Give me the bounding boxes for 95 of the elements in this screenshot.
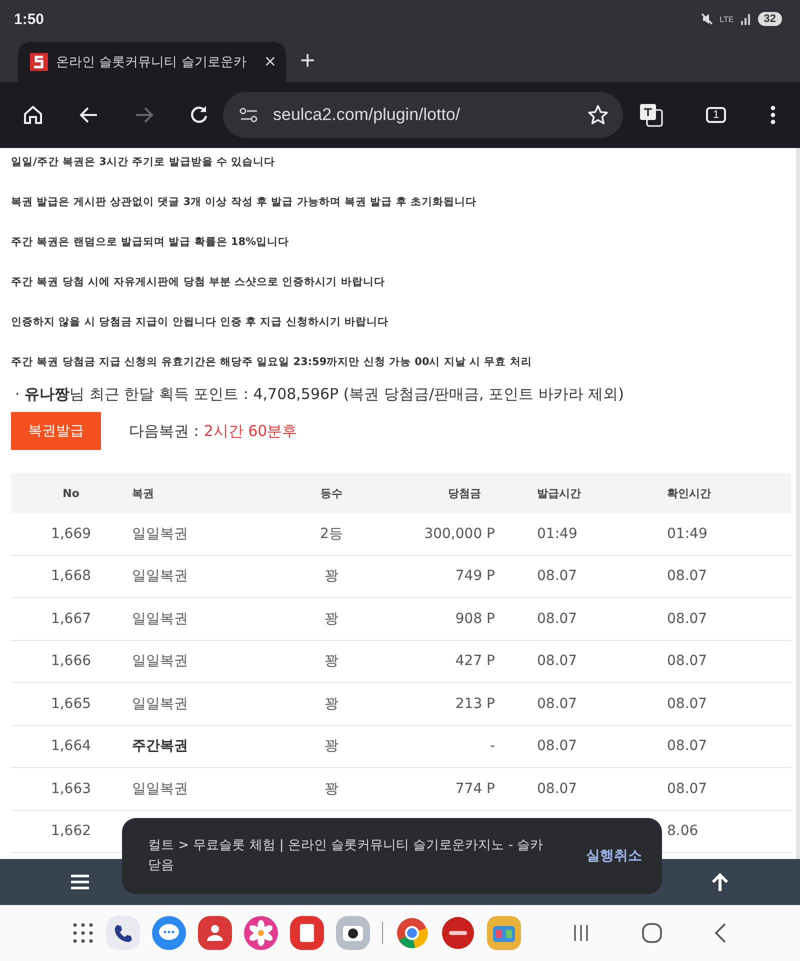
table-cell-text: 08.07 bbox=[536, 568, 578, 584]
table-cell-text: 08.07 bbox=[536, 696, 578, 712]
column-header: 발급시간 bbox=[536, 486, 581, 500]
table-cell-text: 08.07 bbox=[536, 653, 578, 670]
table-cell-text: 300,000 P bbox=[424, 526, 496, 542]
notice-text: 일일/주간 복권은 3시간 주기로 발급받을 수 있습니다 bbox=[11, 155, 276, 170]
table-cell-text: 427 P bbox=[455, 653, 496, 670]
translate-icon[interactable] bbox=[638, 102, 664, 128]
table-cell: 꽝 bbox=[324, 694, 338, 713]
table-cell: 1,664 bbox=[50, 738, 92, 754]
table-cell: 1,669 bbox=[50, 526, 92, 542]
table-cell-text: 08.07 bbox=[666, 610, 708, 627]
table-cell-text: 774 P bbox=[455, 780, 496, 797]
notice-text: 복권 발급은 게시판 상관없이 댓글 3개 이상 작성 후 발급 가능하며 복권 발급 후 초기화됩니다 bbox=[11, 195, 478, 210]
undo-button[interactable]: 실행취소 bbox=[580, 846, 648, 866]
menu-icon[interactable] bbox=[70, 874, 90, 890]
column-header: No bbox=[62, 486, 80, 500]
reload-icon[interactable] bbox=[188, 104, 210, 126]
network-type: LTE bbox=[720, 14, 734, 24]
contact-icon[interactable] bbox=[198, 916, 232, 950]
game-app-icon[interactable] bbox=[487, 916, 521, 950]
table-cell: 꽝 bbox=[324, 652, 338, 670]
site-favicon bbox=[30, 53, 48, 71]
address-bar[interactable]: seulca2.com/plugin/lotto/ bbox=[223, 92, 623, 138]
status-time: 1:50 bbox=[14, 10, 44, 28]
table-cell-text: 08.07 bbox=[666, 780, 708, 797]
bookmark-star-icon[interactable] bbox=[587, 104, 609, 126]
close-tab-button[interactable]: × bbox=[264, 50, 276, 74]
apps-grid-icon[interactable] bbox=[72, 922, 94, 944]
table-cell: 주간복권 bbox=[131, 737, 188, 756]
recent-apps-icon[interactable] bbox=[571, 923, 591, 943]
table-cell: 1,667 bbox=[50, 610, 92, 627]
column-header: 등수 bbox=[320, 486, 342, 500]
column-header: 확인시간 bbox=[666, 486, 711, 500]
table-cell-text: 213 P bbox=[455, 696, 496, 712]
table-cell-text: - bbox=[490, 738, 496, 754]
notice-text: 주간 복권 당첨금 지급 신청의 유효기간은 해당주 일요일 23:59까지만 신청 가능 00시 지날 시 무효 처리 bbox=[11, 355, 533, 370]
tab-title: 온라인 슬롯커뮤니티 슬기로운카 bbox=[56, 54, 248, 71]
home-icon[interactable] bbox=[22, 104, 44, 126]
table-cell: 꽝 bbox=[324, 737, 338, 756]
home-button-icon[interactable] bbox=[641, 922, 663, 944]
notice-text: 인증하지 않을 시 당첨금 지급이 안됩니다 인증 후 지급 신청하시기 바랍니다 bbox=[11, 315, 390, 330]
shopping-app-icon[interactable] bbox=[441, 916, 475, 950]
mute-icon bbox=[700, 12, 714, 26]
table-cell: 1,662 bbox=[50, 823, 92, 840]
table-cell-text: 908 P bbox=[455, 610, 496, 627]
scroll-top-icon[interactable] bbox=[710, 872, 730, 892]
column-header: 당첨금 bbox=[448, 486, 482, 500]
table-cell-text: 08.07 bbox=[536, 780, 578, 797]
table-cell-text: 08.07 bbox=[666, 653, 708, 670]
column-header: 복권 bbox=[131, 486, 154, 500]
url-text: seulca2.com/plugin/lotto/ bbox=[273, 105, 462, 125]
table-cell: 1,665 bbox=[50, 696, 92, 712]
notice-text: 주간 복권은 랜덤으로 발급되며 발급 확률은 18%입니다 bbox=[11, 235, 290, 250]
table-cell-text: 8.06 bbox=[666, 823, 698, 840]
browser-icon[interactable] bbox=[395, 916, 429, 950]
browser-tab[interactable]: 온라인 슬롯커뮤니티 슬기로운카 × bbox=[18, 42, 286, 82]
table-cell: 꽝 bbox=[324, 780, 338, 798]
points-summary: · 유나짱님 최근 한달 획득 포인트 : 4,708,596P (복권 당첨금/판매금, 포인트 바카라 제외) bbox=[15, 385, 625, 404]
camera-icon[interactable] bbox=[336, 916, 370, 950]
table-cell-text: 08.07 bbox=[666, 568, 708, 584]
table-cell: 일일복권 bbox=[131, 652, 188, 670]
chat-icon[interactable] bbox=[152, 916, 186, 950]
table-cell: 1,668 bbox=[50, 568, 92, 584]
signal-icon bbox=[740, 13, 752, 25]
table-cell-text: 08.07 bbox=[536, 610, 578, 627]
battery-level: 32 bbox=[758, 12, 782, 26]
table-cell-text: 08.07 bbox=[666, 696, 708, 712]
flower-icon[interactable] bbox=[244, 916, 278, 950]
table-cell-text: 08.07 bbox=[666, 738, 708, 754]
table-cell-text: 01:49 bbox=[666, 526, 708, 542]
notice-text: 주간 복권 당첨 시에 자유게시판에 당첨 부분 스샷으로 인증하시기 바랍니다 bbox=[11, 275, 386, 290]
next-ticket-label: 다음복권 : bbox=[129, 422, 199, 440]
tab-count[interactable]: 1 bbox=[706, 107, 726, 123]
table-cell: 2등 bbox=[320, 524, 343, 543]
phone-icon[interactable] bbox=[106, 916, 140, 950]
table-cell: 일일복권 bbox=[131, 780, 188, 798]
snackbar-message: 컬트 > 무료슬롯 체험 | 온라인 슬롯커뮤니티 슬기로운카지노 - 슬카 닫음 bbox=[148, 837, 544, 875]
notes-icon[interactable] bbox=[290, 916, 324, 950]
table-cell-text: 749 P bbox=[455, 568, 496, 584]
table-cell: 1,663 bbox=[50, 780, 92, 797]
table-cell: 일일복권 bbox=[131, 524, 188, 543]
table-cell: 일일복권 bbox=[131, 610, 188, 628]
table-cell: 1,666 bbox=[50, 653, 92, 670]
table-cell: 일일복권 bbox=[131, 567, 188, 586]
table-cell: 꽝 bbox=[324, 610, 338, 628]
next-ticket-time: 2시간 60분후 bbox=[204, 422, 298, 440]
table-cell: 일일복권 bbox=[131, 694, 188, 713]
table-cell-text: 01:49 bbox=[536, 526, 578, 542]
table-cell: 꽝 bbox=[324, 567, 338, 586]
new-tab-button[interactable]: + bbox=[300, 45, 316, 76]
back-button-icon[interactable] bbox=[713, 922, 727, 944]
table-cell-text: 08.07 bbox=[536, 738, 578, 754]
more-menu-icon[interactable] bbox=[770, 105, 776, 125]
site-settings-icon[interactable] bbox=[239, 107, 259, 123]
